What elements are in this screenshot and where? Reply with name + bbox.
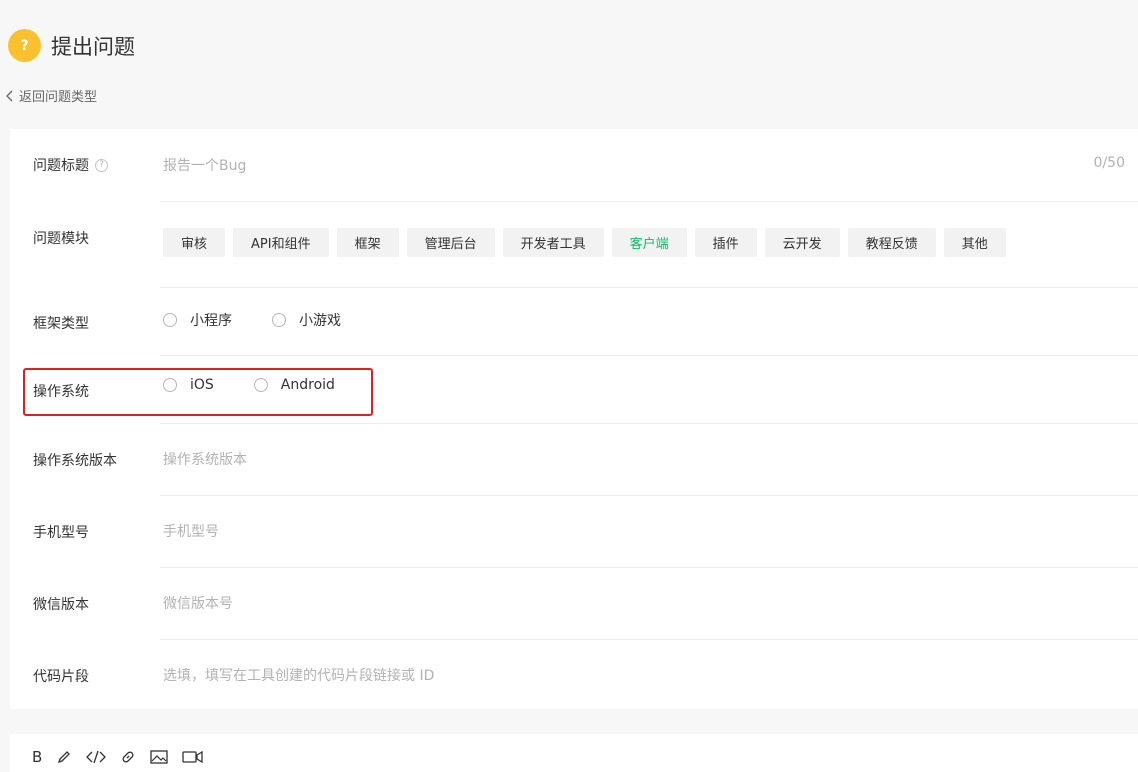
editor-toolbar: B xyxy=(32,748,218,766)
wechat-version-row: 微信版本 微信版本号 xyxy=(10,568,1138,640)
radio-miniprogram-label[interactable]: 小程序 xyxy=(190,310,232,330)
tag-review[interactable]: 审核 xyxy=(163,228,226,257)
os-version-row: 操作系统版本 操作系统版本 xyxy=(10,424,1138,496)
question-form: 问题标题 ? 报告一个Bug 0/50 问题模块 审核 API和组件 框架 管理… xyxy=(10,129,1138,709)
editor-toolbar-card: B xyxy=(10,734,1138,772)
module-label: 问题模块 xyxy=(33,231,89,247)
page-title: 提出问题 xyxy=(51,34,135,59)
code-snippet-label: 代码片段 xyxy=(33,669,89,685)
module-tags: 审核 API和组件 框架 管理后台 开发者工具 客户端 插件 云开发 教程反馈 … xyxy=(163,228,1014,257)
tag-admin[interactable]: 管理后台 xyxy=(406,228,495,257)
pen-icon[interactable] xyxy=(56,749,72,765)
tag-client[interactable]: 客户端 xyxy=(611,228,687,257)
chevron-left-icon xyxy=(6,90,13,101)
wechat-version-input[interactable]: 微信版本号 xyxy=(163,593,233,613)
code-icon[interactable] xyxy=(86,749,107,765)
tag-cloud[interactable]: 云开发 xyxy=(764,228,840,257)
image-icon[interactable] xyxy=(150,749,168,765)
tag-other[interactable]: 其他 xyxy=(943,228,1006,257)
back-to-question-types-link[interactable]: 返回问题类型 xyxy=(6,86,97,105)
radio-miniprogram[interactable] xyxy=(163,313,177,327)
code-snippet-row: 代码片段 选填，填写在工具创建的代码片段链接或 ID xyxy=(10,640,1138,709)
video-icon[interactable] xyxy=(182,749,204,765)
wechat-version-label: 微信版本 xyxy=(33,597,89,613)
code-snippet-input[interactable]: 选填，填写在工具创建的代码片段链接或 ID xyxy=(163,665,434,685)
tag-framework[interactable]: 框架 xyxy=(336,228,399,257)
page-header: ? 提出问题 xyxy=(8,29,135,62)
title-label: 问题标题 xyxy=(33,158,89,174)
bold-button[interactable]: B xyxy=(32,748,42,766)
tag-plugin[interactable]: 插件 xyxy=(694,228,757,257)
question-icon: ? xyxy=(8,29,41,62)
phone-model-label: 手机型号 xyxy=(33,525,89,541)
link-icon[interactable] xyxy=(120,749,136,765)
os-version-input[interactable]: 操作系统版本 xyxy=(163,449,247,469)
tag-tutorial-feedback[interactable]: 教程反馈 xyxy=(847,228,936,257)
os-version-label: 操作系统版本 xyxy=(33,453,117,469)
os-highlight-box xyxy=(23,368,373,416)
framework-row: 框架类型 小程序 小游戏 xyxy=(10,288,1138,356)
back-link-label: 返回问题类型 xyxy=(19,90,98,105)
help-icon[interactable]: ? xyxy=(95,158,108,172)
title-row: 问题标题 ? 报告一个Bug 0/50 xyxy=(10,129,1138,202)
radio-minigame[interactable] xyxy=(272,313,286,327)
framework-radio-group: 小程序 小游戏 xyxy=(163,310,341,330)
radio-minigame-label[interactable]: 小游戏 xyxy=(299,310,341,330)
framework-label: 框架类型 xyxy=(33,316,89,332)
phone-model-row: 手机型号 手机型号 xyxy=(10,496,1138,568)
tag-devtools[interactable]: 开发者工具 xyxy=(502,228,604,257)
title-char-counter: 0/50 xyxy=(1093,155,1125,171)
tag-api-components[interactable]: API和组件 xyxy=(233,228,329,257)
phone-model-input[interactable]: 手机型号 xyxy=(163,521,219,541)
title-input[interactable]: 报告一个Bug xyxy=(163,155,246,175)
